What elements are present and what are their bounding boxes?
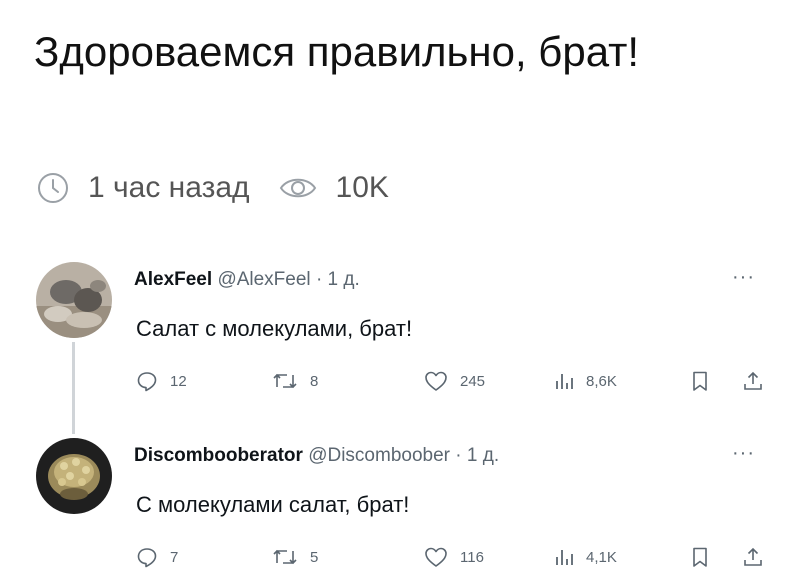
retweet-button[interactable]: 5 <box>272 546 318 568</box>
bookmark-icon <box>690 546 710 568</box>
separator: · <box>315 269 323 290</box>
reply-icon <box>136 370 158 392</box>
author-name[interactable]: Discombooberator <box>134 445 303 466</box>
retweet-count: 5 <box>310 548 319 566</box>
like-icon <box>424 370 448 392</box>
retweet-button[interactable]: 8 <box>272 370 318 392</box>
views-button[interactable]: 8,6K <box>554 370 617 392</box>
post-views: 10K <box>278 171 389 205</box>
author-handle[interactable]: @Discomboober <box>308 445 450 466</box>
share-icon <box>742 370 764 392</box>
post-time: 1 час назад <box>36 171 250 205</box>
post-time-label: 1 час назад <box>88 171 250 204</box>
clock-icon <box>36 171 70 205</box>
reply-icon <box>136 546 158 568</box>
retweet-icon <box>272 546 298 568</box>
tweet-header: AlexFeel @AlexFeel · 1 д. <box>134 268 360 292</box>
more-options-icon[interactable]: ··· <box>732 442 755 465</box>
share-button[interactable] <box>742 370 764 392</box>
views-count: 8,6K <box>586 372 617 390</box>
bookmark-button[interactable] <box>690 546 710 568</box>
avatar[interactable] <box>36 262 112 338</box>
share-icon <box>742 546 764 568</box>
views-button[interactable]: 4,1K <box>554 546 617 568</box>
views-icon <box>554 370 574 392</box>
separator: · <box>455 445 462 466</box>
share-button[interactable] <box>742 546 764 568</box>
like-icon <box>424 546 448 568</box>
post-views-label: 10K <box>335 171 389 204</box>
post-meta: 1 час назад 10K <box>36 166 389 210</box>
tweet-actions: 7 5 116 4,1K <box>0 546 800 576</box>
reply-button[interactable]: 12 <box>136 370 187 392</box>
like-button[interactable]: 116 <box>424 546 484 568</box>
tweet-text: Салат с молекулами, брат! <box>136 316 413 341</box>
author-name[interactable]: AlexFeel <box>134 269 212 290</box>
bookmark-icon <box>690 370 710 392</box>
tweet-text: С молекулами салат, брат! <box>136 492 410 517</box>
retweet-icon <box>272 370 298 392</box>
bookmark-button[interactable] <box>690 370 710 392</box>
views-count: 4,1K <box>586 548 617 566</box>
like-count: 116 <box>460 548 484 566</box>
tweet-header: Discombooberator @Discomboober · 1 д. <box>134 444 499 468</box>
author-handle[interactable]: @AlexFeel <box>217 269 310 290</box>
retweet-count: 8 <box>310 372 319 390</box>
tweet-time[interactable]: 1 д. <box>328 269 360 290</box>
views-icon <box>554 546 574 568</box>
tweet-actions: 12 8 245 8,6K <box>0 370 800 400</box>
more-options-icon[interactable]: ··· <box>732 266 755 289</box>
reply-count: 12 <box>170 372 187 390</box>
eye-icon <box>278 173 318 203</box>
like-count: 245 <box>460 372 486 390</box>
post-title: Здороваемся правильно, брат! <box>34 28 640 75</box>
tweet-time[interactable]: 1 д. <box>467 445 499 466</box>
avatar[interactable] <box>36 438 112 514</box>
reply-button[interactable]: 7 <box>136 546 178 568</box>
like-button[interactable]: 245 <box>424 370 485 392</box>
reply-count: 7 <box>170 548 179 566</box>
